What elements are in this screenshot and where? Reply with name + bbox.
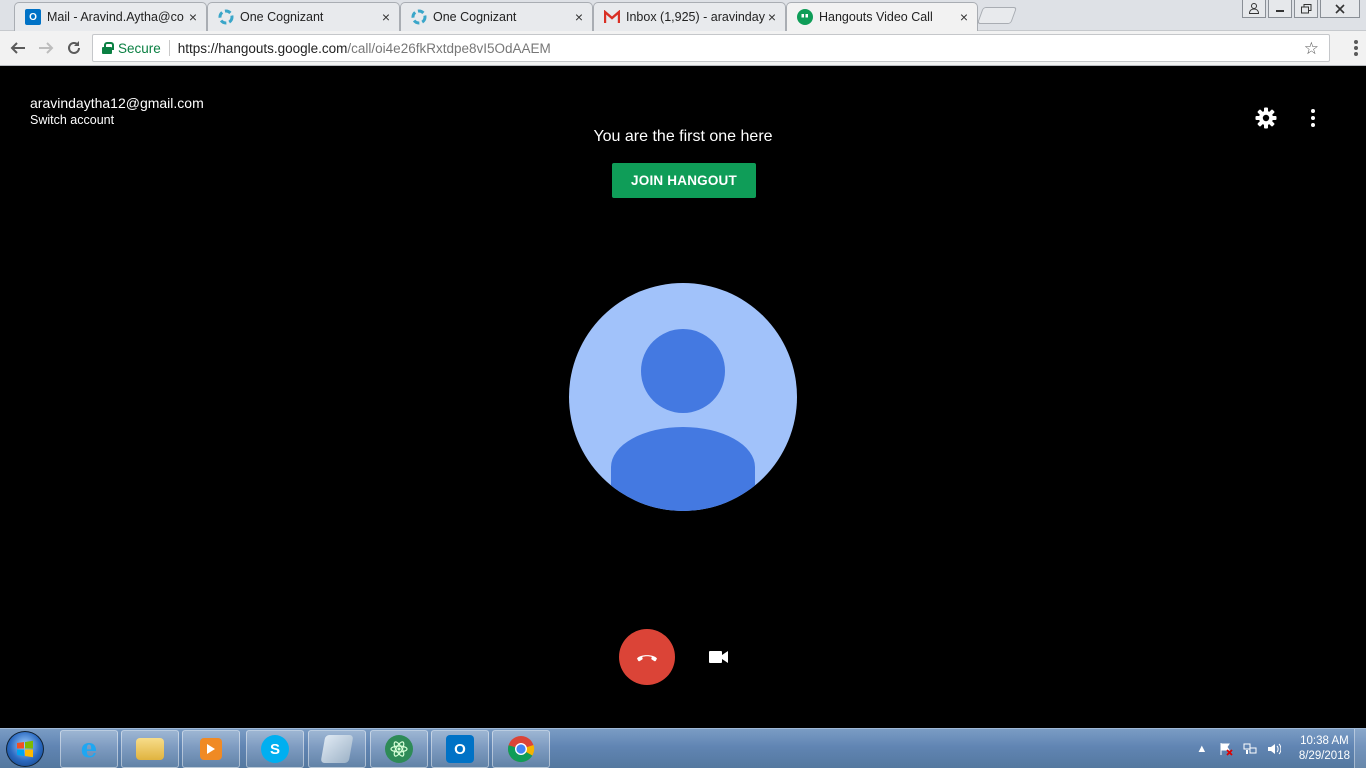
join-hangout-button[interactable]: JOIN HANGOUT xyxy=(612,163,756,198)
clock-time: 10:38 AM xyxy=(1300,735,1349,747)
show-desktop-button[interactable] xyxy=(1354,729,1366,768)
more-options-icon[interactable] xyxy=(1309,109,1317,127)
window-controls xyxy=(1242,0,1360,18)
address-divider xyxy=(168,40,170,56)
taskbar-notepad[interactable] xyxy=(308,730,366,768)
forward-icon[interactable] xyxy=(35,37,57,59)
back-icon[interactable] xyxy=(7,37,29,59)
taskbar-clock[interactable]: 10:38 AM 8/29/2018 xyxy=(1299,734,1350,764)
taskbar-outlook[interactable]: O xyxy=(431,730,489,768)
tab-outlook-mail[interactable]: O Mail - Aravind.Aytha@co × xyxy=(14,2,207,31)
screen: O Mail - Aravind.Aytha@co × One Cognizan… xyxy=(0,0,1366,768)
avatar-head xyxy=(641,329,725,413)
clock-date: 8/29/2018 xyxy=(1298,750,1350,762)
tab-hangouts-video-call[interactable]: Hangouts Video Call × xyxy=(786,2,978,31)
taskbar-atom[interactable] xyxy=(370,730,428,768)
tab-label: One Cognizant xyxy=(240,10,324,24)
close-icon[interactable]: × xyxy=(572,10,586,24)
internet-explorer-icon: e xyxy=(80,734,98,764)
account-info: aravindaytha12@gmail.com Switch account xyxy=(30,95,204,127)
action-center-flag-icon[interactable] xyxy=(1219,742,1233,756)
media-player-icon xyxy=(200,738,222,760)
camera-button[interactable] xyxy=(707,647,731,667)
avatar-placeholder xyxy=(569,283,797,511)
reload-icon[interactable] xyxy=(63,37,85,59)
outlook-icon: O xyxy=(25,9,41,25)
browser-toolbar: Secure https://hangouts.google.com/call/… xyxy=(0,31,1366,66)
chrome-icon xyxy=(507,735,535,763)
gmail-icon xyxy=(604,9,620,25)
browser-tab-strip: O Mail - Aravind.Aytha@co × One Cognizan… xyxy=(0,0,1366,31)
minimize-icon[interactable] xyxy=(1268,0,1292,18)
taskbar-skype[interactable]: S xyxy=(246,730,304,768)
chrome-menu-icon[interactable] xyxy=(1354,40,1358,58)
account-email: aravindaytha12@gmail.com xyxy=(30,95,204,111)
windows-taskbar: e S O ▲ 10:38 AM 8/29/2018 xyxy=(0,728,1366,768)
url-path: /call/oi4e26fkRxtdpe8vI5OdAAEM xyxy=(347,40,551,56)
lock-icon xyxy=(102,42,114,54)
close-icon[interactable]: × xyxy=(186,10,200,24)
status-message: You are the first one here xyxy=(593,128,773,145)
network-icon[interactable] xyxy=(1243,742,1257,756)
secure-label: Secure xyxy=(118,40,161,56)
tab-label: Mail - Aravind.Aytha@co xyxy=(47,10,184,24)
outlook-icon: O xyxy=(446,735,474,763)
hangouts-icon xyxy=(797,9,813,25)
cognizant-icon xyxy=(218,9,234,25)
close-icon[interactable]: × xyxy=(765,10,779,24)
tab-label: Hangouts Video Call xyxy=(819,10,933,24)
bookmark-star-icon[interactable]: ☆ xyxy=(1304,39,1319,59)
user-profile-icon[interactable] xyxy=(1242,0,1266,18)
start-button[interactable] xyxy=(6,731,44,767)
hang-up-icon xyxy=(637,655,657,662)
close-icon[interactable]: × xyxy=(379,10,393,24)
system-tray: ▲ 10:38 AM 8/29/2018 xyxy=(1195,729,1350,768)
tab-gmail-inbox[interactable]: Inbox (1,925) - aravinday × xyxy=(593,2,786,31)
windows-logo-icon xyxy=(17,740,33,758)
skype-icon: S xyxy=(261,735,289,763)
taskbar-media-player[interactable] xyxy=(182,730,240,768)
new-tab-button[interactable] xyxy=(976,7,1018,24)
tab-one-cognizant-2[interactable]: One Cognizant × xyxy=(400,2,593,31)
file-explorer-icon xyxy=(136,738,164,760)
avatar-body xyxy=(611,427,755,511)
switch-account-link[interactable]: Switch account xyxy=(30,113,204,127)
taskbar-internet-explorer[interactable]: e xyxy=(60,730,118,768)
hang-up-button[interactable] xyxy=(619,629,675,685)
tab-label: Inbox (1,925) - aravinday xyxy=(626,10,765,24)
address-bar[interactable]: Secure https://hangouts.google.com/call/… xyxy=(92,34,1330,62)
tab-one-cognizant-1[interactable]: One Cognizant × xyxy=(207,2,400,31)
hangouts-call-page: aravindaytha12@gmail.com Switch account xyxy=(0,66,1366,728)
volume-icon[interactable] xyxy=(1267,742,1281,756)
restore-icon[interactable] xyxy=(1294,0,1318,18)
url-host: https://hangouts.google.com xyxy=(177,40,348,56)
taskbar-chrome[interactable] xyxy=(492,730,550,768)
video-camera-icon xyxy=(709,651,728,663)
atom-icon xyxy=(385,735,413,763)
show-hidden-icons-icon[interactable]: ▲ xyxy=(1195,742,1209,756)
notepad-icon xyxy=(320,735,354,763)
tab-label: One Cognizant xyxy=(433,10,517,24)
taskbar-file-explorer[interactable] xyxy=(121,730,179,768)
window-close-icon[interactable] xyxy=(1320,0,1360,18)
close-icon[interactable]: × xyxy=(957,10,971,24)
cognizant-icon xyxy=(411,9,427,25)
settings-gear-icon[interactable] xyxy=(1254,106,1278,130)
